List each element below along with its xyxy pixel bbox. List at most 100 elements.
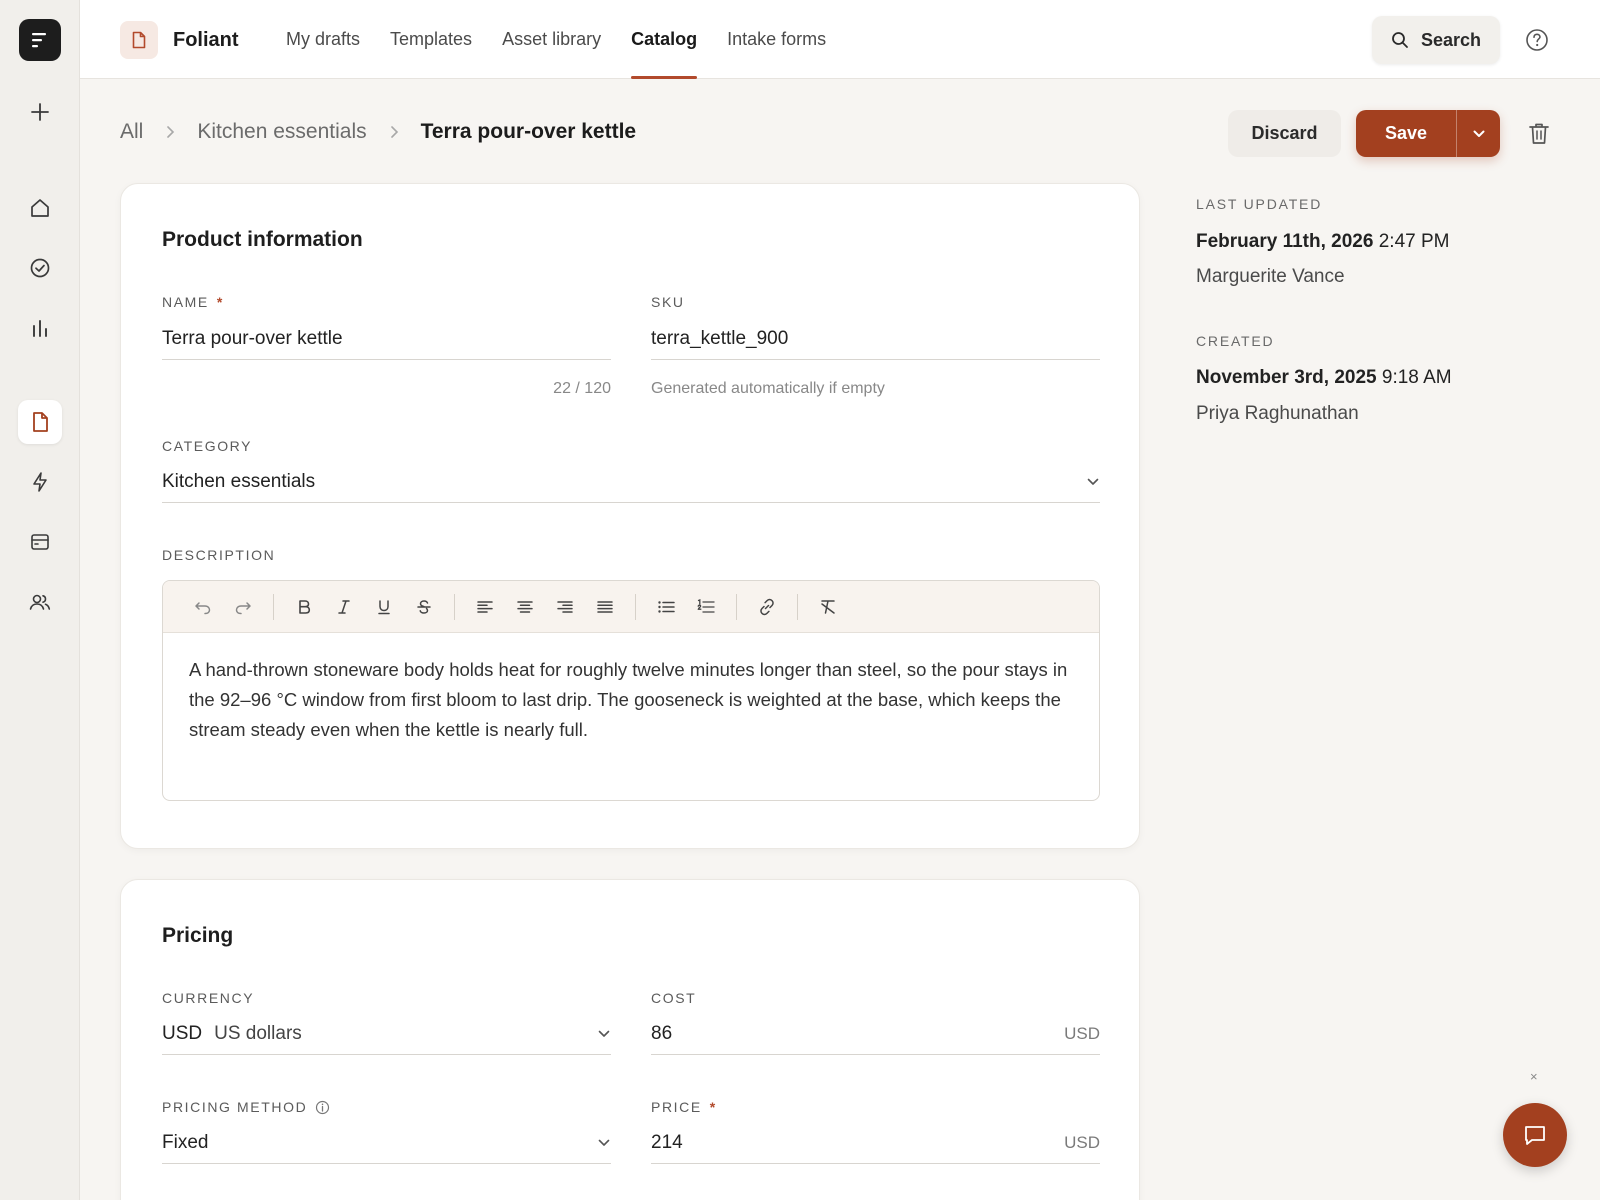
left-rail [0,0,80,1200]
chevron-down-icon [1086,477,1100,487]
bullet-list-icon [658,600,675,613]
clear-format-icon [821,599,835,614]
align-justify-button[interactable] [585,591,625,623]
sku-field[interactable]: terra_kettle_900 [651,318,1100,360]
users-icon [29,594,51,610]
main-nav: My drafts Templates Asset library Catalo… [286,0,856,79]
cost-value: 86 [651,1022,673,1044]
tab-templates[interactable]: Templates [390,0,472,79]
rail-documents[interactable] [18,400,62,444]
align-center-button[interactable] [505,591,545,623]
sku-label: SKU [651,294,685,310]
align-justify-icon [597,600,613,613]
name-value: Terra pour-over kettle [162,327,343,349]
strikethrough-button[interactable] [404,591,444,623]
check-circle-icon [30,258,50,278]
trash-icon [1529,123,1549,144]
category-select[interactable]: Kitchen essentials [162,461,1100,503]
chevron-right-icon [389,125,399,139]
rail-analytics[interactable] [18,306,62,350]
bold-button[interactable] [284,591,324,623]
undo-button[interactable] [183,591,223,623]
tab-my-drafts[interactable]: My drafts [286,0,360,79]
save-options-button[interactable] [1457,110,1500,157]
last-updated-date: February 11th, 2026 2:47 PM [1196,231,1450,252]
created-date: November 3rd, 2025 9:18 AM [1196,367,1452,388]
cost-field[interactable]: 86 USD [651,1013,1100,1055]
currency-label: CURRENCY [162,990,255,1006]
numbered-list-icon [697,598,715,613]
chevron-down-icon [597,1138,611,1148]
category-label: CATEGORY [162,438,253,454]
brand-name: Foliant [173,29,239,51]
align-right-button[interactable] [545,591,585,623]
tab-asset-library[interactable]: Asset library [502,0,601,79]
brand-badge [120,21,158,59]
align-left-icon [477,600,493,613]
breadcrumb-category[interactable]: Kitchen essentials [197,120,366,144]
pricing-card: Pricing CURRENCY USD US dollars COST 86 … [120,879,1140,1200]
cost-unit: USD [1064,1023,1100,1043]
price-field[interactable]: 214 USD [651,1122,1100,1164]
rail-tasks[interactable] [18,246,62,290]
toolbar-divider [797,593,798,620]
editor-toolbar [163,581,1099,633]
created-by: Priya Raghunathan [1196,403,1359,424]
toolbar-divider [273,593,274,620]
name-field[interactable]: Terra pour-over kettle [162,318,611,360]
numbered-list-button[interactable] [686,591,726,623]
tab-catalog[interactable]: Catalog [631,0,698,79]
undo-icon [195,601,211,614]
pricing-method-select[interactable]: Fixed [162,1122,611,1164]
help-button[interactable] [1524,27,1550,53]
delete-button[interactable] [1527,121,1551,147]
search-label: Search [1420,29,1482,50]
toolbar-divider [635,593,636,620]
align-right-icon [557,600,573,613]
redo-button[interactable] [223,591,263,623]
breadcrumb: All Kitchen essentials Terra pour-over k… [120,120,636,144]
chat-close-button[interactable]: × [1530,1069,1538,1084]
product-info-card: Product information NAME * Terra pour-ove… [120,183,1140,849]
info-icon[interactable] [315,1100,330,1115]
document-icon [33,412,48,432]
breadcrumb-current: Terra pour-over kettle [420,120,637,143]
pricing-method-label: PRICING METHOD [162,1099,330,1115]
clear-format-button[interactable] [808,591,848,623]
plus-icon [31,103,49,121]
chat-button[interactable] [1503,1103,1567,1167]
new-button[interactable] [18,90,62,134]
rail-people[interactable] [18,580,62,624]
cost-label: COST [651,990,697,1006]
underline-button[interactable] [364,591,404,623]
lightning-icon [33,472,47,492]
align-center-icon [517,600,533,613]
rail-billing[interactable] [18,520,62,564]
description-text[interactable]: A hand-thrown stoneware body holds heat … [163,633,1099,767]
save-button-group: Save [1356,110,1500,157]
rail-home[interactable] [18,186,62,230]
rail-automations[interactable] [18,460,62,504]
home-icon [31,199,49,217]
align-left-button[interactable] [465,591,505,623]
document-icon [132,31,146,49]
bold-icon [299,599,311,614]
toolbar-divider [736,593,737,620]
last-updated-by: Marguerite Vance [1196,266,1345,287]
app-logo[interactable] [19,19,61,61]
discard-button[interactable]: Discard [1228,110,1341,157]
link-button[interactable] [747,591,787,623]
tab-intake-forms[interactable]: Intake forms [727,0,826,79]
pricing-method-value: Fixed [162,1131,209,1153]
save-button[interactable]: Save [1356,110,1457,157]
chevron-down-icon [597,1029,611,1039]
card-icon [31,534,49,550]
bullet-list-button[interactable] [646,591,686,623]
italic-button[interactable] [324,591,364,623]
breadcrumb-all[interactable]: All [120,120,143,144]
underline-icon [378,599,390,614]
currency-select[interactable]: USD US dollars [162,1013,611,1055]
created-label: CREATED [1196,333,1275,349]
search-button[interactable]: Search [1372,16,1500,64]
price-unit: USD [1064,1132,1100,1152]
